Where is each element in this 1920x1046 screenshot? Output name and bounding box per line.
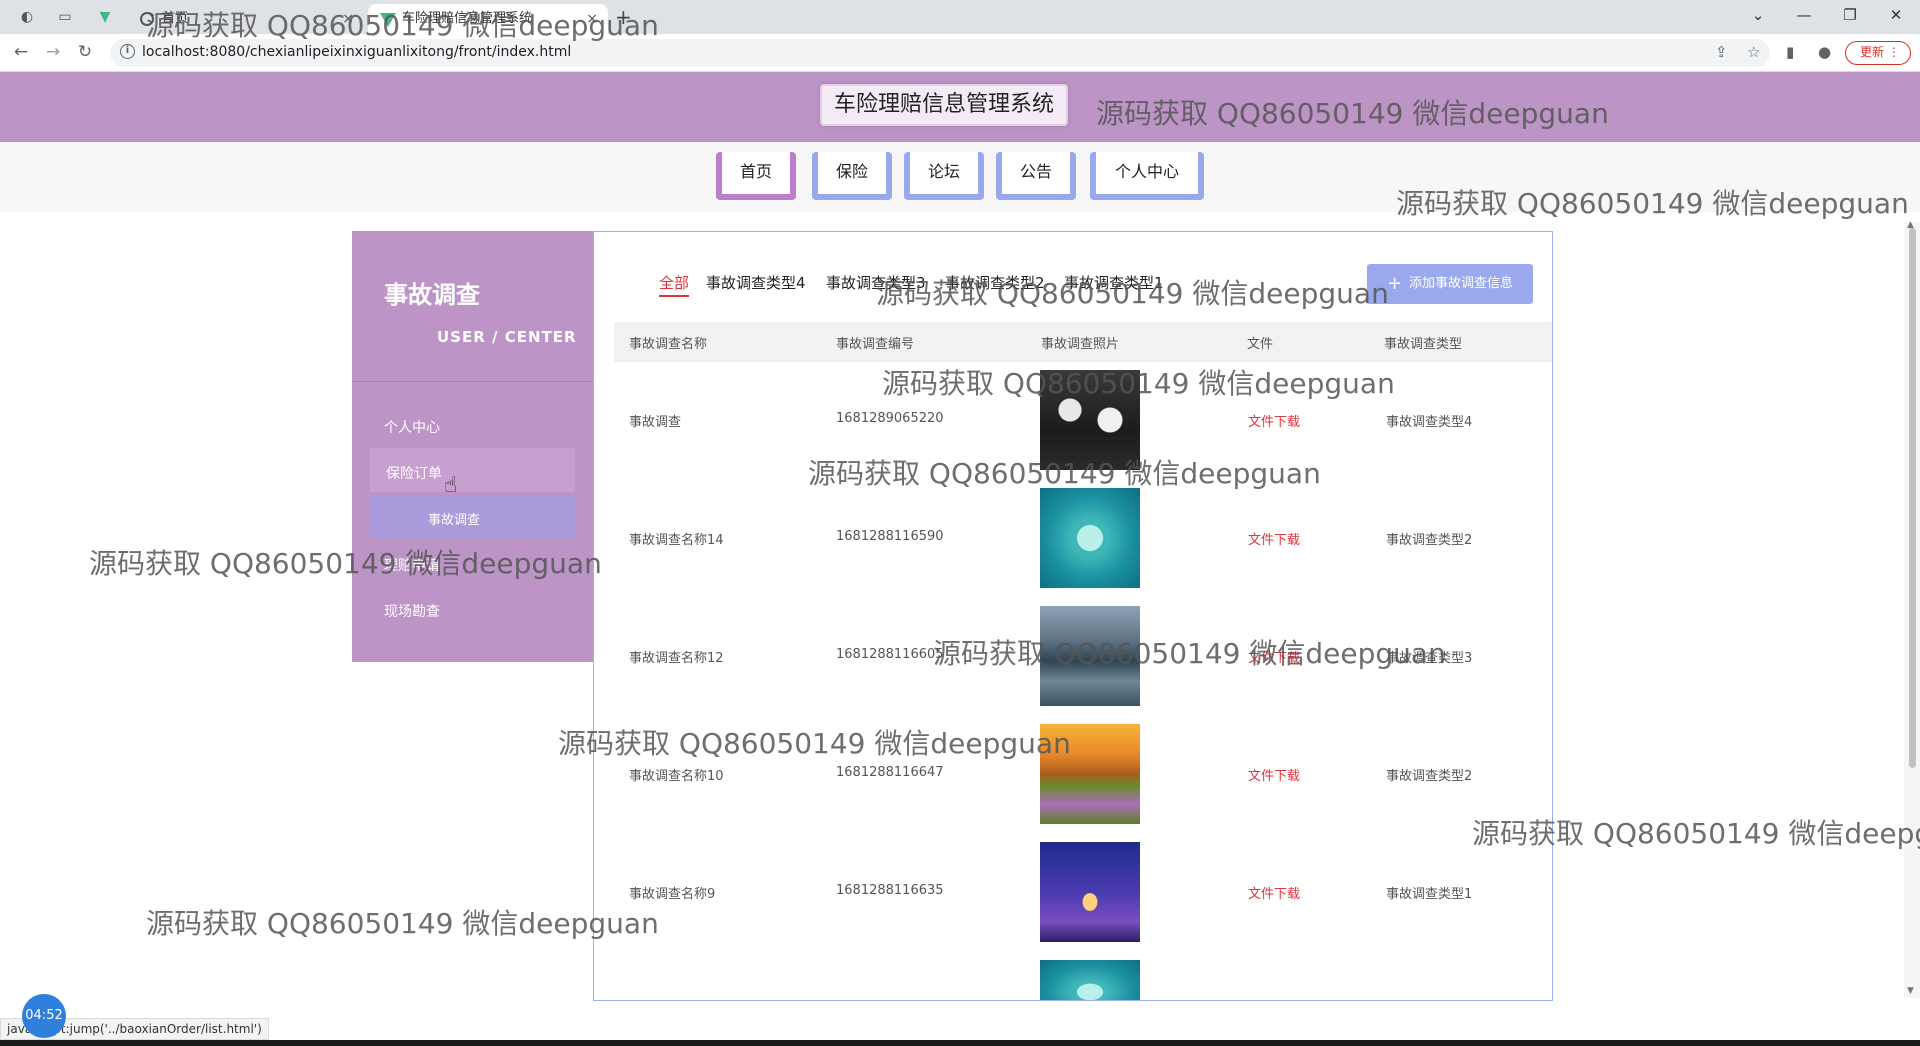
cell-name: 事故调查名称12 xyxy=(629,651,724,666)
nav-forum[interactable]: 论坛 xyxy=(904,152,984,200)
menu-icon: ⋮ xyxy=(1887,45,1900,59)
nav-insurance[interactable]: 保险 xyxy=(812,152,892,200)
cell-code: 1681288116647 xyxy=(836,765,944,780)
file-download-link[interactable]: 文件下载 xyxy=(1248,883,1300,902)
scrollbar-thumb[interactable] xyxy=(1909,228,1916,768)
site-header: 车险理赔信息管理系统 xyxy=(0,72,1920,142)
add-investigation-button[interactable]: + 添加事故调查信息 xyxy=(1367,264,1533,304)
tab-search-icon[interactable]: ⌄ xyxy=(1748,6,1768,24)
watermark: 源码获取 QQ86050149 微信deepguan xyxy=(146,9,659,42)
reload-icon[interactable]: ↻ xyxy=(74,42,96,62)
recording-timer: 04:52 xyxy=(22,994,66,1038)
watermark: 源码获取 QQ86050149 微信deepguan xyxy=(1096,97,1609,130)
share-icon[interactable]: ⇪ xyxy=(1715,43,1728,61)
watermark: 源码获取 QQ86050149 微信deepguan xyxy=(876,277,1389,310)
info-icon[interactable]: i xyxy=(120,44,135,59)
filter-all[interactable]: 全部 xyxy=(659,272,690,297)
sidebar-title: 事故调查 xyxy=(384,281,480,309)
sidepanel-icon[interactable]: ▮ xyxy=(1786,43,1794,61)
watermark: 源码获取 QQ86050149 微信deepguan xyxy=(933,637,1446,670)
cell-type: 事故调查类型4 xyxy=(1386,415,1473,430)
minimize-icon[interactable]: — xyxy=(1794,6,1814,24)
page-scrollbar[interactable]: ▲ ▼ xyxy=(1904,220,1920,998)
sidebar-item-site-survey[interactable]: 现场勘查 xyxy=(384,601,440,621)
close-window-icon[interactable]: ✕ xyxy=(1886,6,1906,24)
sidebar-subitem-accident-investigation[interactable]: 事故调查 xyxy=(428,509,480,528)
watermark: 源码获取 QQ86050149 微信deepguan xyxy=(89,547,602,580)
watermark: 源码获取 QQ86050149 微信deepguan xyxy=(146,907,659,940)
watermark: 源码获取 QQ86050149 微信deepguan xyxy=(1472,817,1920,850)
pinned-tab-vue-icon[interactable]: ▼ xyxy=(96,8,114,26)
nav-notice[interactable]: 公告 xyxy=(996,152,1076,200)
sidebar: 事故调查 USER / CENTER 个人中心 保险订单 事故调查 理赔申请 现… xyxy=(352,231,593,662)
sidebar-item-insurance-orders[interactable]: 保险订单 xyxy=(386,463,442,483)
nav-user-center[interactable]: 个人中心 xyxy=(1090,152,1204,200)
column-code: 事故调查编号 xyxy=(836,337,915,352)
nav-home[interactable]: 首页 xyxy=(716,152,796,200)
hand-cursor-icon: ☝ xyxy=(444,473,458,498)
forward-arrow-icon[interactable]: → xyxy=(42,42,64,62)
column-type: 事故调查类型 xyxy=(1384,337,1463,352)
watermark: 源码获取 QQ86050149 微信deepguan xyxy=(882,367,1395,400)
scroll-down-icon[interactable]: ▼ xyxy=(1907,986,1914,996)
heart-island-photo[interactable] xyxy=(1040,960,1140,1000)
file-download-link[interactable]: 文件下载 xyxy=(1248,529,1300,548)
column-photo: 事故调查照片 xyxy=(1041,337,1120,352)
pinned-tab-github-icon[interactable]: ◐ xyxy=(18,8,36,26)
table-header: 事故调查名称 事故调查编号 事故调查照片 文件 事故调查类型 xyxy=(614,322,1552,362)
cell-name: 事故调查名称10 xyxy=(629,769,724,784)
cell-code: 1681289065220 xyxy=(836,411,944,426)
file-download-link[interactable]: 文件下载 xyxy=(1248,411,1300,430)
watermark: 源码获取 QQ86050149 微信deepguan xyxy=(808,457,1321,490)
plus-icon: + xyxy=(1387,273,1403,294)
filter-type4[interactable]: 事故调查类型4 xyxy=(706,272,806,293)
url-text[interactable]: localhost:8080/chexianlipeixinxiguanlixi… xyxy=(142,44,571,60)
profile-icon[interactable]: ● xyxy=(1818,43,1831,61)
cell-code: 1681288116635 xyxy=(836,883,944,898)
cell-type: 事故调查类型2 xyxy=(1386,769,1473,784)
pinned-tab-blank-icon[interactable]: ▭ xyxy=(56,8,74,26)
eiffel-tower-photo[interactable] xyxy=(1040,842,1140,942)
watermark: 源码获取 QQ86050149 微信deepguan xyxy=(1396,187,1909,220)
sidebar-item-user-center[interactable]: 个人中心 xyxy=(384,417,440,437)
update-button[interactable]: 更新 ⋮ xyxy=(1845,41,1911,65)
cell-code: 1681288116590 xyxy=(836,529,944,544)
back-arrow-icon[interactable]: ← xyxy=(10,42,32,62)
watermark: 源码获取 QQ86050149 微信deepguan xyxy=(558,727,1071,760)
star-icon[interactable]: ☆ xyxy=(1747,43,1760,61)
maximize-icon[interactable]: ❐ xyxy=(1840,6,1860,24)
cell-type: 事故调查类型2 xyxy=(1386,533,1473,548)
column-file: 文件 xyxy=(1247,337,1274,352)
site-title: 车险理赔信息管理系统 xyxy=(820,84,1069,126)
column-name: 事故调查名称 xyxy=(629,337,708,352)
cell-name: 事故调查名称9 xyxy=(629,887,716,902)
cell-code: 1681288116605 xyxy=(836,647,944,662)
cell-name: 事故调查名称14 xyxy=(629,533,724,548)
main-panel: 全部 事故调查类型4 事故调查类型3 事故调查类型2 事故调查类型1 + 添加事… xyxy=(593,231,1553,1001)
sidebar-divider xyxy=(352,381,593,382)
sidebar-subtitle: USER / CENTER xyxy=(437,328,577,346)
file-download-link[interactable]: 文件下载 xyxy=(1248,765,1300,784)
heart-island-photo[interactable] xyxy=(1040,488,1140,588)
cell-name: 事故调查 xyxy=(629,415,682,430)
cell-type: 事故调查类型1 xyxy=(1386,887,1473,902)
taskbar-edge xyxy=(0,1040,1920,1046)
